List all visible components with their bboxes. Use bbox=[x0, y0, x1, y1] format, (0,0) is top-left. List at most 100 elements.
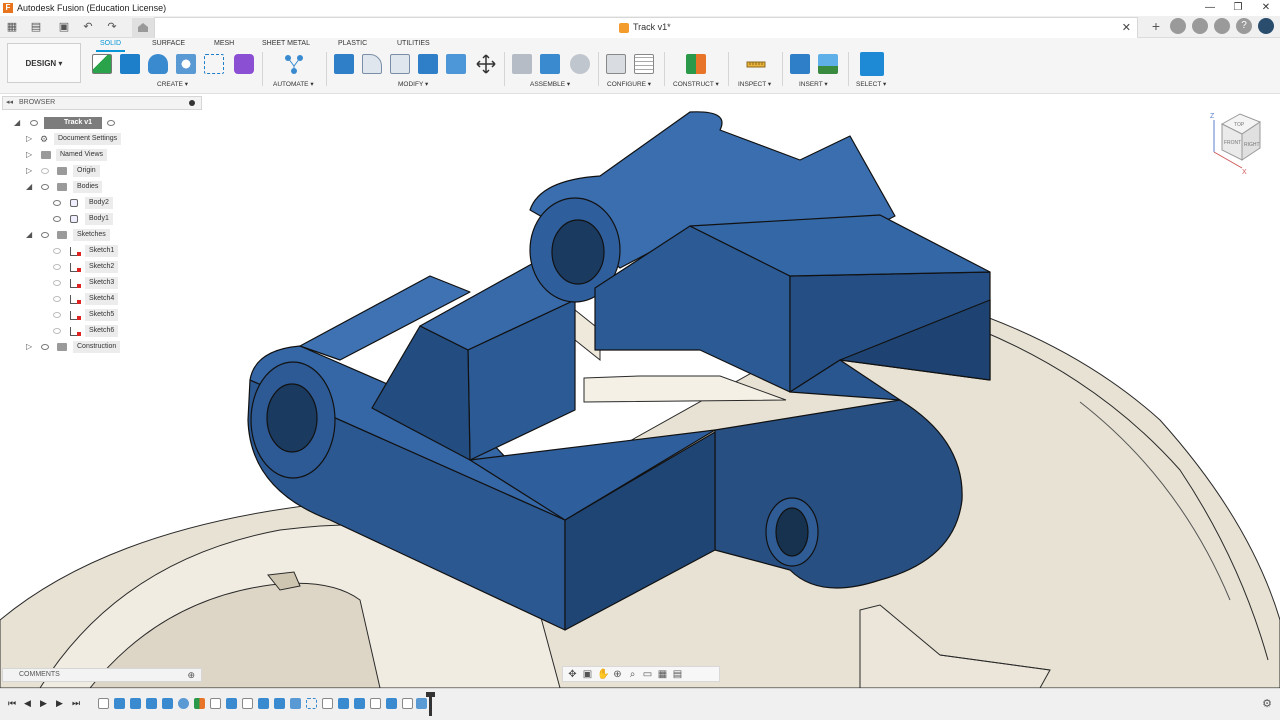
timeline-feature-extrude-icon[interactable] bbox=[258, 698, 269, 709]
go-to-end-icon[interactable]: ⏭ bbox=[72, 698, 80, 709]
timeline-feature-extrude-icon[interactable] bbox=[226, 698, 237, 709]
timeline-feature-sketch-icon[interactable] bbox=[370, 698, 381, 709]
expand-arrow-icon[interactable]: ◢ bbox=[14, 117, 22, 129]
extrude-icon[interactable] bbox=[120, 54, 140, 74]
visibility-eye-icon[interactable] bbox=[41, 184, 49, 190]
view-cube[interactable]: TOP FRONT RIGHT Z X bbox=[1200, 106, 1270, 176]
visibility-eye-icon[interactable] bbox=[53, 248, 61, 254]
timeline-settings-icon[interactable]: ⚙ bbox=[1262, 697, 1272, 710]
visibility-eye-icon[interactable] bbox=[53, 280, 61, 286]
select-icon[interactable] bbox=[860, 52, 884, 76]
tab-utilities[interactable]: UTILITIES bbox=[397, 40, 430, 47]
save-icon[interactable]: ▣ bbox=[56, 19, 72, 35]
create-sketch-icon[interactable] bbox=[92, 54, 112, 74]
timeline-feature-extrude-icon[interactable] bbox=[130, 698, 141, 709]
timeline-feature-extrude-icon[interactable] bbox=[386, 698, 397, 709]
tab-mesh[interactable]: MESH bbox=[214, 40, 234, 47]
display-settings-icon[interactable]: ▭ bbox=[642, 669, 653, 680]
pattern-icon[interactable] bbox=[204, 54, 224, 74]
visibility-eye-icon[interactable] bbox=[53, 216, 61, 222]
canvas-viewport[interactable]: TOP FRONT RIGHT Z X bbox=[0, 94, 1280, 688]
timeline-feature-sketch-icon[interactable] bbox=[242, 698, 253, 709]
timeline-feature-sketch-icon[interactable] bbox=[210, 698, 221, 709]
insert-image-icon[interactable] bbox=[818, 54, 838, 74]
construct-menu[interactable]: CONSTRUCT ▾ bbox=[673, 80, 719, 88]
step-forward-icon[interactable]: ▶ bbox=[56, 698, 63, 709]
automate-menu[interactable]: AUTOMATE ▾ bbox=[273, 80, 314, 88]
expand-arrow-icon[interactable]: ▷ bbox=[26, 149, 34, 161]
timeline-feature-extrude-icon[interactable] bbox=[338, 698, 349, 709]
timeline-feature-sketch-icon[interactable] bbox=[98, 698, 109, 709]
press-pull-icon[interactable] bbox=[334, 54, 354, 74]
pan-icon[interactable]: ✋ bbox=[597, 669, 609, 680]
look-at-icon[interactable]: ▣ bbox=[582, 669, 593, 680]
visibility-eye-icon[interactable] bbox=[41, 168, 49, 174]
new-component-icon[interactable] bbox=[512, 54, 532, 74]
shell-icon[interactable] bbox=[418, 54, 438, 74]
combine-icon[interactable] bbox=[446, 54, 466, 74]
visibility-eye-icon[interactable] bbox=[53, 296, 61, 302]
create-menu[interactable]: CREATE ▾ bbox=[157, 80, 188, 88]
timeline-feature-combine-icon[interactable] bbox=[416, 698, 427, 709]
app-grid-icon[interactable]: ▦ bbox=[4, 19, 20, 35]
close-tab-button[interactable]: ✕ bbox=[1122, 21, 1131, 34]
activate-radio-icon[interactable] bbox=[107, 120, 115, 126]
viewcube-top-label[interactable]: TOP bbox=[1234, 122, 1245, 128]
visibility-eye-icon[interactable] bbox=[53, 264, 61, 270]
add-comment-icon[interactable]: ⊕ bbox=[187, 669, 195, 681]
tab-sheet-metal[interactable]: SHEET METAL bbox=[262, 40, 310, 47]
browser-header[interactable]: ◂◂ BROWSER bbox=[2, 96, 202, 110]
help-icon[interactable]: ? bbox=[1236, 18, 1252, 34]
extensions-icon[interactable] bbox=[1170, 18, 1186, 34]
timeline-feature-pattern-icon[interactable] bbox=[306, 698, 317, 709]
insert-menu[interactable]: INSERT ▾ bbox=[799, 80, 828, 88]
measure-icon[interactable] bbox=[746, 54, 766, 74]
collapse-icon[interactable]: ◂◂ bbox=[6, 97, 13, 109]
play-icon[interactable]: ▶ bbox=[40, 698, 47, 709]
comments-panel[interactable]: COMMENTS ⊕ bbox=[2, 668, 202, 682]
grid-icon[interactable]: ▦ bbox=[657, 669, 668, 680]
revolve-icon[interactable] bbox=[148, 54, 168, 74]
tab-solid[interactable]: SOLID bbox=[95, 40, 126, 52]
zoom-window-icon[interactable]: ⊕ bbox=[612, 669, 623, 680]
step-back-icon[interactable]: ◀ bbox=[24, 698, 31, 709]
timeline-feature-extrude-icon[interactable] bbox=[162, 698, 173, 709]
expand-arrow-icon[interactable]: ▷ bbox=[26, 341, 34, 353]
visibility-eye-icon[interactable] bbox=[53, 312, 61, 318]
expand-arrow-icon[interactable]: ◢ bbox=[26, 229, 34, 241]
move-icon[interactable] bbox=[476, 54, 496, 74]
as-built-joint-icon[interactable] bbox=[570, 54, 590, 74]
tab-plastic[interactable]: PLASTIC bbox=[338, 40, 367, 47]
viewcube-front-label[interactable]: FRONT bbox=[1224, 140, 1241, 146]
visibility-eye-icon[interactable] bbox=[41, 344, 49, 350]
avatar[interactable] bbox=[1258, 18, 1274, 34]
visibility-eye-icon[interactable] bbox=[41, 232, 49, 238]
viewports-icon[interactable]: ▤ bbox=[672, 669, 683, 680]
undo-icon[interactable]: ↶ bbox=[80, 19, 96, 35]
configure-icon[interactable] bbox=[606, 54, 626, 74]
timeline-feature-extrude-icon[interactable] bbox=[354, 698, 365, 709]
insert-derive-icon[interactable] bbox=[790, 54, 810, 74]
minimize-button[interactable]: — bbox=[1196, 0, 1224, 16]
select-menu[interactable]: SELECT ▾ bbox=[856, 80, 886, 88]
job-status-icon[interactable] bbox=[1192, 18, 1208, 34]
timeline-feature-revolve-icon[interactable] bbox=[178, 698, 189, 709]
expand-arrow-icon[interactable]: ▷ bbox=[26, 165, 34, 177]
new-tab-icon[interactable]: + bbox=[1148, 18, 1164, 34]
tab-surface[interactable]: SURFACE bbox=[152, 40, 185, 47]
assemble-menu[interactable]: ASSEMBLE ▾ bbox=[530, 80, 570, 88]
timeline-feature-sketch-icon[interactable] bbox=[322, 698, 333, 709]
joint-icon[interactable] bbox=[540, 54, 560, 74]
close-window-button[interactable]: ✕ bbox=[1252, 0, 1280, 16]
automate-icon[interactable] bbox=[284, 54, 304, 74]
workspace-switcher[interactable]: DESIGN ▾ bbox=[7, 43, 81, 83]
timeline-feature-extrude-icon[interactable] bbox=[146, 698, 157, 709]
timeline-marker[interactable] bbox=[426, 692, 435, 716]
orbit-icon[interactable]: ✥ bbox=[567, 669, 578, 680]
expand-arrow-icon[interactable]: ▷ bbox=[26, 133, 34, 145]
inspect-menu[interactable]: INSPECT ▾ bbox=[738, 80, 771, 88]
home-tab[interactable] bbox=[132, 18, 154, 38]
viewcube-right-label[interactable]: RIGHT bbox=[1244, 142, 1260, 148]
pin-icon[interactable] bbox=[189, 100, 195, 106]
configure-menu[interactable]: CONFIGURE ▾ bbox=[607, 80, 651, 88]
